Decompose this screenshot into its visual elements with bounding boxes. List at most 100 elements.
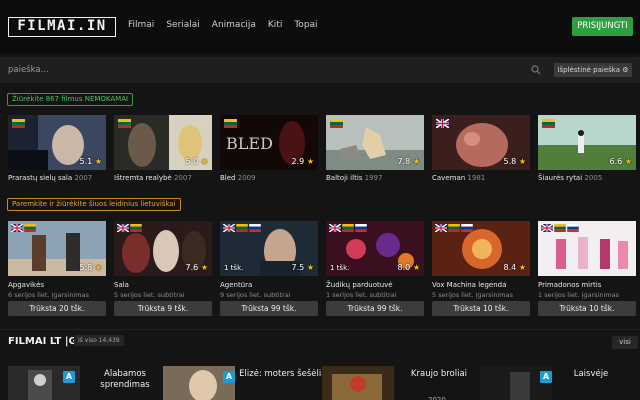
- nav-item-filmai[interactable]: Filmai: [128, 20, 154, 30]
- movie-title[interactable]: Ištremta realybė 2007: [114, 174, 224, 182]
- movie-rating: 5.8 ★: [503, 157, 526, 166]
- movie-title[interactable]: Baltoji iltis 1997: [326, 174, 436, 182]
- gb-flag-icon: [435, 224, 447, 232]
- search-icon[interactable]: [531, 65, 541, 75]
- star-icon: ★: [306, 157, 314, 166]
- episode-info: 1 serijos liet. įgarsinimas: [538, 291, 619, 299]
- movie-poster[interactable]: 5.1 ★: [8, 115, 106, 170]
- lt-flag-icon: [542, 119, 555, 128]
- section-divider: [0, 329, 640, 330]
- star-icon: ★: [518, 263, 526, 272]
- points-needed-button[interactable]: Trūksta 10 tšk.: [432, 301, 530, 316]
- movie-rating: 7.8 ★: [397, 157, 420, 166]
- points-needed-button[interactable]: Trūksta 9 tšk.: [114, 301, 212, 316]
- movie-rating: 2.9 ★: [291, 157, 314, 166]
- star-icon: ★: [94, 157, 102, 166]
- points-needed-button[interactable]: Trūksta 99 tšk.: [326, 301, 424, 316]
- gb-flag-icon: [117, 224, 129, 232]
- gb-flag-icon: [541, 224, 553, 232]
- top-header: FILMAI.IN Filmai Serialai Animacija Kiti…: [0, 0, 640, 54]
- nav-item-topai[interactable]: Topai: [294, 20, 317, 30]
- section-title: FILMAI LT |G.: [8, 336, 81, 347]
- points-label: 1 tšk.: [330, 264, 350, 272]
- movie-thumbnail[interactable]: [322, 366, 394, 400]
- ru-flag-icon: [355, 224, 367, 232]
- list-item-title[interactable]: Elizė: moters šešėliai: [239, 369, 329, 380]
- movie-rating: 6.6 ★: [609, 157, 632, 166]
- nav-item-animacija[interactable]: Animacija: [212, 20, 256, 30]
- lt-flag-icon: [118, 119, 131, 128]
- movie-title[interactable]: Agentūra: [220, 281, 252, 289]
- movie-rating: 7.5 ★: [291, 263, 314, 272]
- language-flags: [329, 224, 367, 232]
- free-movies-badge[interactable]: Žiūrėkite 867 filmus NEMOKAMAI: [7, 93, 134, 106]
- a-badge-icon: A: [223, 371, 235, 383]
- movie-title[interactable]: Šiaurės rytai 2005: [538, 174, 640, 182]
- movie-title[interactable]: Primadonos mirtis: [538, 281, 601, 289]
- nav-item-kiti[interactable]: Kiti: [268, 20, 282, 30]
- site-logo[interactable]: FILMAI.IN: [8, 17, 116, 37]
- ru-flag-icon: [249, 224, 261, 232]
- star-icon: ★: [200, 157, 208, 166]
- movie-poster[interactable]: 6.6 ★: [538, 115, 636, 170]
- view-all-button[interactable]: visi: [612, 336, 638, 349]
- star-icon: ★: [94, 263, 102, 272]
- ru-flag-icon: [567, 224, 579, 232]
- language-flags: [541, 224, 579, 232]
- movie-poster[interactable]: 7.6 ★: [114, 221, 212, 276]
- list-item-title[interactable]: Kraujo broliai: [394, 369, 484, 380]
- login-button[interactable]: PRISIJUNGTI: [572, 17, 633, 36]
- lt-flag-icon: [448, 224, 460, 232]
- movie-rating: 5.0 ★: [185, 157, 208, 166]
- main-nav: Filmai Serialai Animacija Kiti Topai: [128, 20, 318, 30]
- movie-poster[interactable]: 8.4 ★: [432, 221, 530, 276]
- movie-title[interactable]: Sala: [114, 281, 129, 289]
- episode-info: 9 serijos liet. subtitrai: [220, 291, 291, 299]
- points-needed-button[interactable]: Trūksta 10 tšk.: [538, 301, 636, 316]
- movie-poster[interactable]: 5.8 ★: [8, 221, 106, 276]
- gb-flag-icon: [223, 224, 235, 232]
- movie-rating: 8.4 ★: [503, 263, 526, 272]
- movie-poster[interactable]: 1 tšk. 8.0 ★: [326, 221, 424, 276]
- advanced-search-button[interactable]: Išplėstinė paieška ⚙: [554, 63, 632, 77]
- movie-poster[interactable]: 5.8 ★: [432, 115, 530, 170]
- gb-flag-icon: [11, 224, 23, 232]
- movie-rating: 8.0 ★: [397, 263, 420, 272]
- svg-text:BLED: BLED: [226, 134, 273, 153]
- lt-flag-icon: [554, 224, 566, 232]
- nav-item-serialai[interactable]: Serialai: [166, 20, 199, 30]
- movie-poster[interactable]: [538, 221, 636, 276]
- lt-flag-icon: [24, 224, 36, 232]
- movie-poster[interactable]: 5.0 ★: [114, 115, 212, 170]
- search-input[interactable]: [8, 62, 508, 78]
- search-bar: Išplėstinė paieška ⚙: [0, 57, 640, 83]
- lt-flag-icon: [12, 119, 25, 128]
- points-label: 1 tšk.: [224, 264, 244, 272]
- movie-poster[interactable]: 7.8 ★: [326, 115, 424, 170]
- movie-title[interactable]: Vox Machina legenda: [432, 281, 506, 289]
- movie-title[interactable]: Bled 2009: [220, 174, 330, 182]
- movie-title[interactable]: Caveman 1981: [432, 174, 542, 182]
- lt-flag-icon: [130, 224, 142, 232]
- gb-flag-icon: [329, 224, 341, 232]
- star-icon: ★: [412, 263, 420, 272]
- language-flags: [223, 224, 261, 232]
- star-icon: ★: [200, 263, 208, 272]
- episode-info: 5 serijos liet. įgarsinimas: [432, 291, 513, 299]
- lt-flag-icon: [330, 119, 343, 128]
- star-icon: ★: [624, 157, 632, 166]
- language-flags: [11, 224, 36, 232]
- points-needed-button[interactable]: Trūksta 99 tšk.: [220, 301, 318, 316]
- support-badge[interactable]: Paremkite ir žiūrėkite šiuos leidinius l…: [7, 198, 181, 211]
- episode-info: 6 serijos liet. įgarsinimas: [8, 291, 89, 299]
- points-needed-button[interactable]: Trūksta 20 tšk.: [8, 301, 106, 316]
- movie-title[interactable]: Apgavikės: [8, 281, 44, 289]
- a-badge-icon: A: [63, 371, 75, 383]
- movie-title[interactable]: Žudikų parduotuvė: [326, 281, 393, 289]
- movie-poster[interactable]: BLED 2.9 ★: [220, 115, 318, 170]
- list-item-title[interactable]: Alabamos sprendimas: [80, 369, 170, 391]
- movie-title[interactable]: Prarastų sielų sala 2007: [8, 174, 118, 182]
- star-icon: ★: [306, 263, 314, 272]
- list-item-title[interactable]: Laisvėje: [546, 369, 636, 380]
- movie-poster[interactable]: 1 tšk. 7.5 ★: [220, 221, 318, 276]
